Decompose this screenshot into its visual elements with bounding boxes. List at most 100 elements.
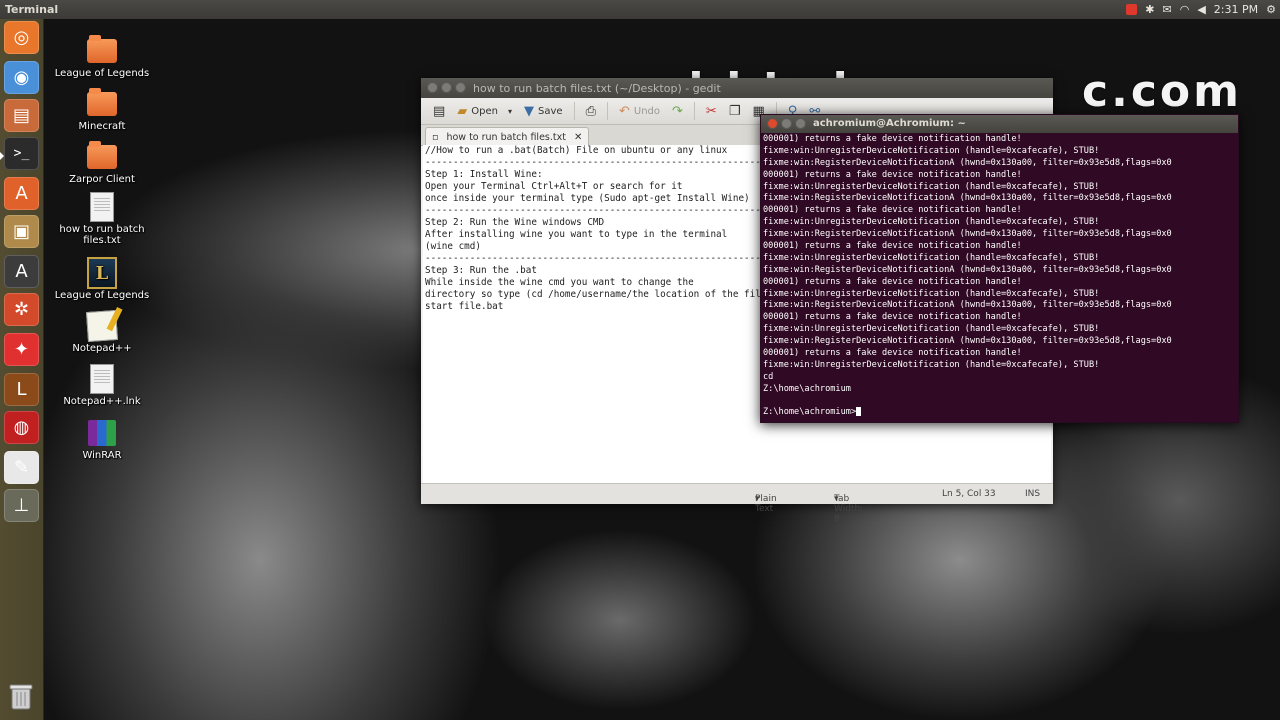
- folder-icon: [86, 141, 118, 172]
- launcher-app-icon[interactable]: A: [4, 255, 39, 288]
- terminal-line: 000001) returns a fake device notificati…: [763, 241, 1022, 252]
- network-icon[interactable]: ◠: [1180, 3, 1190, 16]
- desktop-icon[interactable]: League of Legends: [47, 35, 157, 79]
- desktop-icon-label: how to run batch files.txt: [59, 224, 145, 246]
- terminal-line: fixme:win:UnregisterDeviceNotification (…: [763, 181, 1100, 192]
- league-of-legends-icon: L: [86, 257, 118, 289]
- open-button[interactable]: ▰ Open ▾: [453, 100, 516, 122]
- tab-close-icon[interactable]: ✕: [574, 132, 582, 143]
- desktop-icon[interactable]: Minecraft: [47, 88, 157, 132]
- desktop-icon-label: Minecraft: [78, 121, 126, 132]
- trash-icon[interactable]: [6, 680, 36, 712]
- wine-icon[interactable]: ✦: [4, 333, 39, 366]
- top-panel: Terminal ✱ ✉ ◠ ◀ 2:31 PM ⚙: [0, 0, 1280, 19]
- terminal-output[interactable]: 000001) returns a fake device notificati…: [763, 134, 1236, 422]
- toolbar-separator: [573, 102, 575, 120]
- desktop-icon[interactable]: L League of Legends: [47, 257, 157, 301]
- notepad-plus-plus-icon: [85, 309, 119, 343]
- terminal-titlebar[interactable]: achromium@Achromium: ~: [761, 115, 1238, 133]
- desktop-icon[interactable]: WinRAR: [47, 418, 157, 461]
- text-file-icon: [86, 364, 118, 394]
- clock[interactable]: 2:31 PM: [1214, 3, 1258, 16]
- terminal-line: fixme:win:RegisterDeviceNotificationA (h…: [763, 229, 1172, 240]
- desktop-icon[interactable]: Notepad++: [47, 309, 157, 354]
- terminal-line: fixme:win:UnregisterDeviceNotification (…: [763, 359, 1100, 370]
- gedit-maximize-icon[interactable]: [455, 82, 466, 93]
- open-folder-icon: ▰: [457, 103, 468, 119]
- toolbar-separator: [693, 102, 695, 120]
- copy-button[interactable]: ❐: [725, 100, 745, 122]
- syntax-dropdown-icon: ▾: [755, 494, 760, 504]
- undo-button[interactable]: ↶ Undo: [615, 100, 664, 122]
- terminal-cursor: [856, 407, 862, 417]
- gedit-window-title: how to run batch files.txt (~/Desktop) -…: [473, 82, 721, 95]
- terminal-line: fixme:win:RegisterDeviceNotificationA (h…: [763, 264, 1172, 275]
- system-tray: ✱ ✉ ◠ ◀ 2:31 PM ⚙: [1126, 2, 1276, 17]
- system-settings-icon[interactable]: ✲: [4, 293, 39, 326]
- archive-manager-icon[interactable]: ▣: [4, 215, 39, 248]
- terminal-line: 000001) returns a fake device notificati…: [763, 348, 1022, 359]
- insert-mode: INS: [1025, 489, 1041, 499]
- print-button[interactable]: ⎙: [582, 100, 600, 122]
- terminal-line: cd: [763, 371, 774, 382]
- terminal-line: 000001) returns a fake device notificati…: [763, 134, 1022, 144]
- usb-drive-icon[interactable]: ⊥: [4, 489, 39, 522]
- mail-icon[interactable]: ✉: [1163, 3, 1172, 16]
- tab-label: how to run batch files.txt: [446, 131, 566, 143]
- print-icon: ⎙: [585, 103, 596, 119]
- save-button[interactable]: ▼ Save: [520, 100, 567, 122]
- desktop-icon[interactable]: Notepad++.lnk: [47, 364, 157, 407]
- save-icon: ▼: [524, 103, 535, 119]
- terminal-line: 000001) returns a fake device notificati…: [763, 276, 1022, 287]
- desktop-icon-label: Notepad++.lnk: [63, 396, 141, 407]
- folder-icon: [86, 88, 118, 119]
- file-manager-icon[interactable]: ▤: [4, 99, 39, 132]
- gedit-titlebar[interactable]: how to run batch files.txt (~/Desktop) -…: [421, 78, 1053, 98]
- new-document-button[interactable]: ▤: [429, 100, 449, 122]
- folder-icon: [86, 35, 118, 66]
- league-launcher-icon[interactable]: L: [4, 373, 39, 406]
- gedit-statusbar: Plain Text ▾ Tab Width: 8 ▾ Ln 5, Col 33…: [421, 483, 1053, 524]
- terminal-window-title: achromium@Achromium: ~: [813, 118, 966, 129]
- terminal-line: fixme:win:RegisterDeviceNotificationA (h…: [763, 193, 1172, 204]
- terminal-line: 000001) returns a fake device notificati…: [763, 205, 1022, 216]
- cut-button[interactable]: ✂: [702, 100, 721, 122]
- winrar-icon: [86, 418, 118, 448]
- terminal-line: fixme:win:RegisterDeviceNotificationA (h…: [763, 300, 1172, 311]
- tab-width-dropdown-icon: ▾: [834, 494, 839, 504]
- text-file-icon: [86, 192, 118, 222]
- terminal-line: fixme:win:UnregisterDeviceNotification (…: [763, 288, 1100, 299]
- terminal-window[interactable]: achromium@Achromium: ~ 000001) returns a…: [760, 114, 1239, 423]
- volume-icon[interactable]: ◀: [1197, 3, 1205, 16]
- desktop-icon-label: Zarpor Client: [69, 174, 135, 185]
- terminal-minimize-icon[interactable]: [781, 118, 792, 129]
- tab-how-to-run-batch-files[interactable]: ▫ how to run batch files.txt ✕: [425, 127, 590, 146]
- software-center-icon[interactable]: A: [4, 177, 39, 210]
- gedit-minimize-icon[interactable]: [441, 82, 452, 93]
- recording-indicator-icon[interactable]: [1126, 4, 1138, 15]
- terminal-icon[interactable]: >_: [4, 137, 39, 170]
- undo-button-label: Undo: [633, 105, 661, 117]
- terminal-line: Z:\home\achromium: [763, 383, 851, 394]
- terminal-maximize-icon[interactable]: [795, 118, 806, 129]
- undo-icon: ↶: [618, 103, 630, 119]
- record-icon[interactable]: ◍: [4, 411, 39, 444]
- chromium-icon[interactable]: ◉: [4, 61, 39, 94]
- open-button-label: Open: [471, 105, 499, 117]
- terminal-line: 000001) returns a fake device notificati…: [763, 312, 1022, 323]
- desktop-icon[interactable]: Zarpor Client: [47, 141, 157, 185]
- terminal-line: 000001) returns a fake device notificati…: [763, 169, 1022, 180]
- terminal-line: Z:\home\achromium>: [763, 407, 1236, 419]
- gedit-close-icon[interactable]: [427, 82, 438, 93]
- bluetooth-icon[interactable]: ✱: [1145, 3, 1154, 16]
- ubuntu-dash-icon[interactable]: ◎: [4, 21, 39, 54]
- redo-button[interactable]: ↷: [668, 100, 687, 122]
- open-dropdown-icon[interactable]: ▾: [508, 107, 512, 116]
- session-gear-icon[interactable]: ⚙: [1266, 3, 1276, 16]
- watermark-right: c.com: [1082, 66, 1242, 117]
- terminal-close-icon[interactable]: [767, 118, 778, 129]
- desktop-icon[interactable]: how to run batch files.txt: [47, 192, 157, 246]
- text-editor-icon[interactable]: ✎: [4, 451, 39, 484]
- desktop-icon-label: WinRAR: [82, 450, 122, 461]
